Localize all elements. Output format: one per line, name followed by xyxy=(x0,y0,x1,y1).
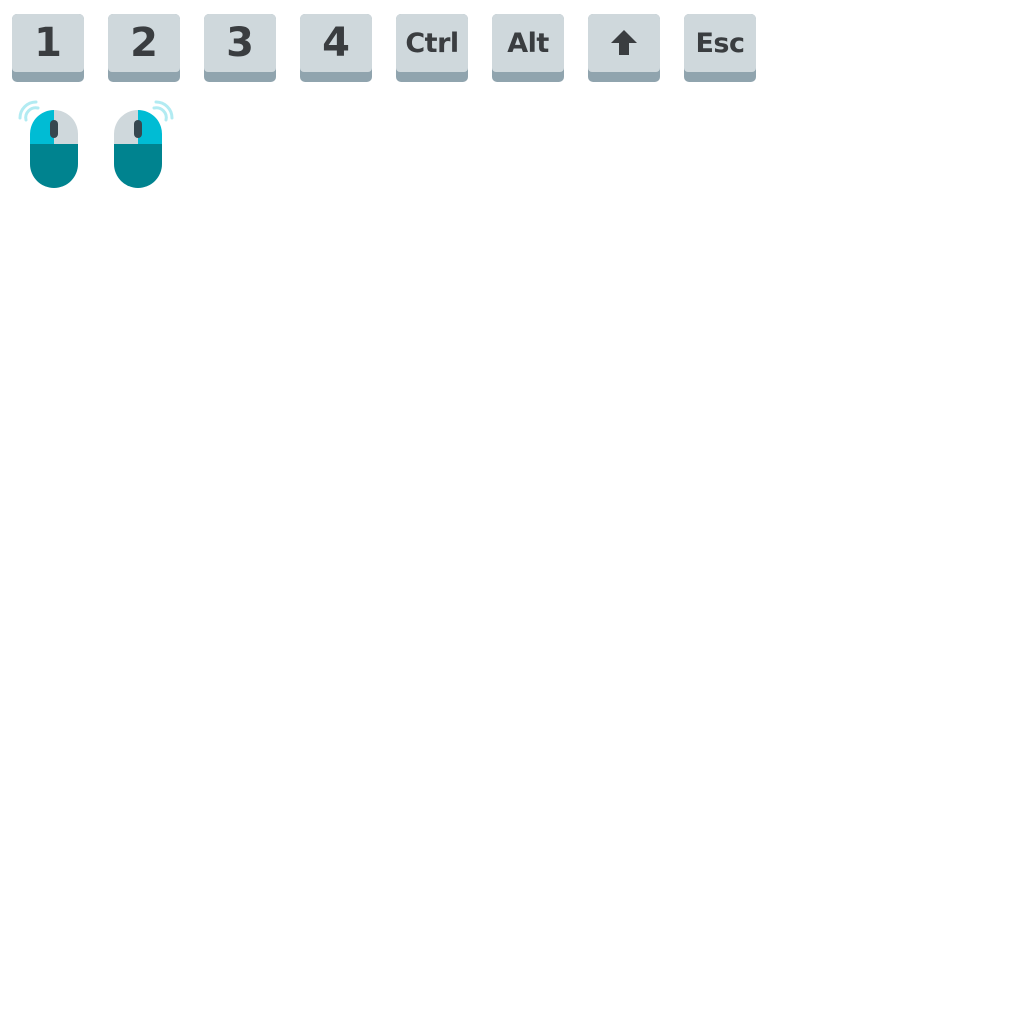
key-2-label: 2 xyxy=(108,14,180,72)
key-ctrl-label: Ctrl xyxy=(396,14,468,72)
key-3[interactable]: 3 xyxy=(204,14,276,82)
mouse-right-click[interactable] xyxy=(98,98,178,190)
key-shift-cap xyxy=(588,14,660,72)
key-esc[interactable]: Esc xyxy=(684,14,756,82)
shift-arrow-up-icon xyxy=(611,30,637,55)
key-4-label: 4 xyxy=(300,14,372,72)
key-1[interactable]: 1 xyxy=(12,14,84,82)
key-2[interactable]: 2 xyxy=(108,14,180,82)
key-1-label: 1 xyxy=(12,14,84,72)
mouse-right-click-icon xyxy=(114,100,174,188)
key-esc-label: Esc xyxy=(684,14,756,72)
key-shift[interactable] xyxy=(588,14,660,82)
mouse-left-click[interactable] xyxy=(14,98,86,190)
key-4[interactable]: 4 xyxy=(300,14,372,82)
key-alt-label: Alt xyxy=(492,14,564,72)
key-ctrl[interactable]: Ctrl xyxy=(396,14,468,82)
key-3-label: 3 xyxy=(204,14,276,72)
mouse-left-click-icon xyxy=(18,100,78,188)
key-alt[interactable]: Alt xyxy=(492,14,564,82)
icon-sheet: 1 2 3 4 Ctrl Alt Esc xyxy=(0,0,1024,1024)
